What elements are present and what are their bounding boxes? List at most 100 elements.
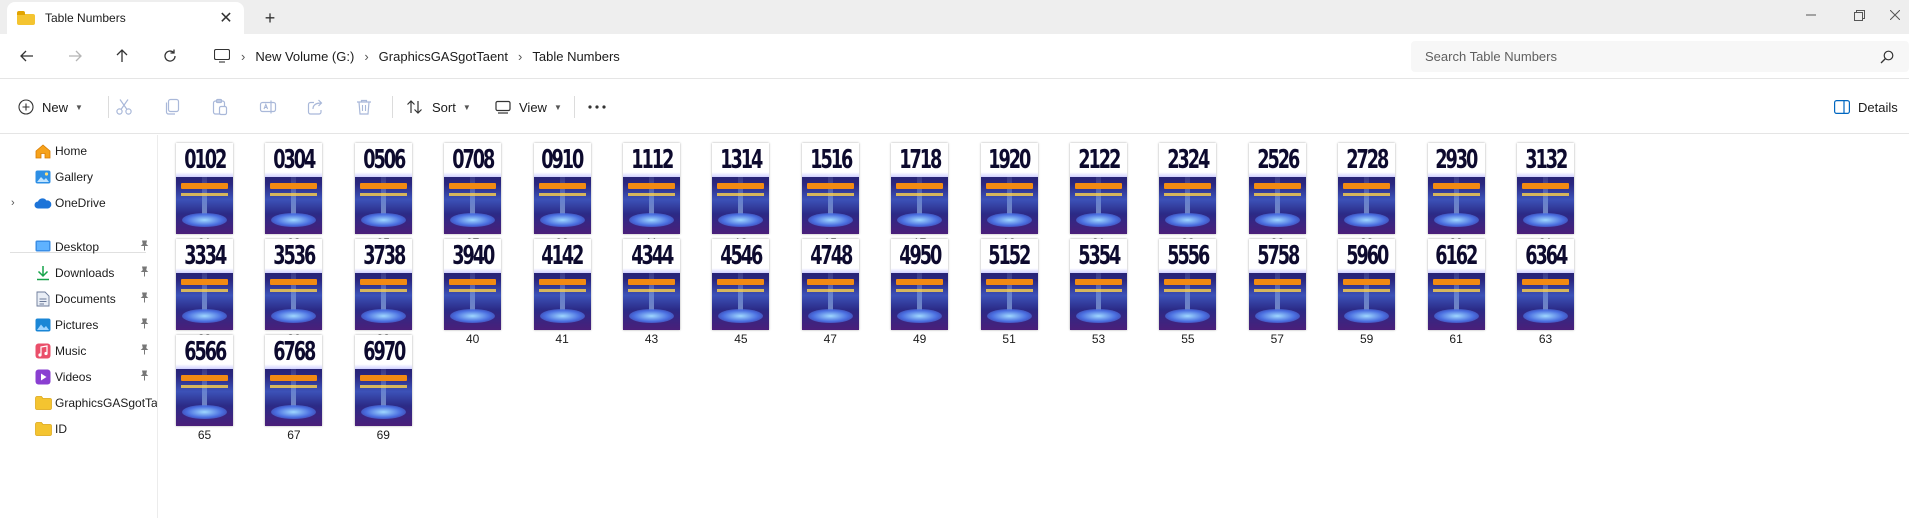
file-item[interactable]: 6364 63 [1500, 238, 1588, 350]
maximize-button[interactable] [1836, 0, 1882, 30]
sidebar-item-label: Videos [55, 370, 92, 384]
file-thumbnail: 4344 [623, 239, 680, 330]
sidebar-item-graphicsgasgottaent[interactable]: GraphicsGASgotTaent [0, 389, 157, 417]
file-thumbnail: 0506 [354, 143, 412, 234]
new-tab-button[interactable]: + [258, 6, 282, 30]
thumbnail-number: 5758 [1248, 239, 1306, 273]
sort-button[interactable]: Sort ▼ [406, 93, 471, 121]
folder-icon [17, 10, 35, 25]
close-tab-icon[interactable]: ✕ [214, 6, 238, 30]
search-icon[interactable] [1877, 50, 1897, 64]
thumbnail-number: 6768 [265, 335, 323, 369]
thumbnail-number: 3536 [265, 239, 323, 273]
thumbnail-number: 6566 [176, 335, 233, 369]
breadcrumb-separator: › [364, 48, 369, 64]
file-item[interactable]: 4950 49 [874, 238, 962, 350]
thumbnail-number: 5152 [980, 239, 1038, 273]
file-item[interactable]: 4748 47 [785, 238, 873, 350]
breadcrumb-graphicsgasgottaent[interactable]: GraphicsGASgotTaent [379, 49, 508, 64]
pin-icon[interactable] [140, 318, 149, 332]
close-window-button[interactable] [1880, 0, 1909, 30]
file-thumbnail: 1314 [712, 143, 770, 234]
pin-icon[interactable] [140, 266, 149, 280]
paste-icon[interactable] [208, 95, 232, 119]
file-item[interactable]: 6566 65 [159, 334, 247, 446]
thumbnail-number: 3132 [1517, 143, 1574, 177]
breadcrumb-table-numbers[interactable]: Table Numbers [532, 49, 619, 64]
details-button[interactable]: Details [1834, 93, 1898, 121]
file-name: 69 [376, 428, 390, 442]
file-thumbnail: 2122 [1070, 143, 1127, 234]
sidebar-item-music[interactable]: Music [0, 337, 157, 365]
refresh-button[interactable] [156, 42, 184, 70]
sidebar-item-pictures[interactable]: Pictures [0, 311, 157, 339]
delete-icon[interactable] [352, 95, 376, 119]
pin-icon[interactable] [140, 344, 149, 358]
sidebar-item-gallery[interactable]: Gallery [0, 163, 157, 191]
thumbnail-number: 0708 [444, 143, 502, 177]
cut-icon[interactable] [112, 95, 136, 119]
sidebar-item-downloads[interactable]: Downloads [0, 259, 157, 287]
thumbnail-number: 4748 [801, 239, 859, 273]
file-name: 43 [644, 332, 659, 346]
file-item[interactable]: 4142 41 [517, 238, 605, 350]
sidebar-item-home[interactable]: Home [0, 137, 157, 165]
file-item[interactable]: 6162 61 [1411, 238, 1499, 350]
search-input[interactable]: Search Table Numbers [1411, 41, 1909, 72]
file-name: 40 [466, 332, 480, 346]
file-item[interactable]: 5556 55 [1142, 238, 1230, 350]
pin-icon[interactable] [140, 370, 149, 384]
command-bar: New ▼ Sort ▼ View ▼ Details [0, 80, 1909, 134]
breadcrumb-new-volume[interactable]: New Volume (G:) [255, 49, 354, 64]
chevron-down-icon: ▼ [462, 102, 471, 112]
pin-icon[interactable] [140, 240, 149, 254]
copy-icon[interactable] [160, 95, 184, 119]
file-thumbnail: 3940 [444, 239, 502, 330]
file-item[interactable]: 6970 69 [338, 334, 426, 446]
tab-title: Table Numbers [45, 11, 126, 25]
sidebar-item-id[interactable]: ID [0, 415, 157, 443]
file-view: 0102010304030506050708070910091112111314… [159, 135, 1909, 518]
up-button[interactable] [108, 42, 136, 70]
thumbnail-number: 2526 [1248, 143, 1306, 177]
new-button[interactable]: New ▼ [18, 93, 83, 121]
file-thumbnail: 1112 [623, 143, 680, 234]
file-item[interactable]: 6768 67 [248, 334, 336, 446]
rename-icon[interactable] [256, 95, 280, 119]
file-item[interactable]: 5354 53 [1053, 238, 1141, 350]
address-bar: › New Volume (G:) › GraphicsGASgotTaent … [0, 34, 1909, 79]
file-item[interactable]: 5960 59 [1321, 238, 1409, 350]
file-thumbnail: 5152 [980, 239, 1038, 330]
back-button[interactable] [13, 42, 41, 70]
file-item[interactable]: 4344 43 [606, 238, 694, 350]
refresh-icon [164, 49, 176, 62]
thumbnail-number: 3940 [444, 239, 502, 273]
forward-button[interactable] [61, 42, 89, 70]
thumbnail-number: 2728 [1338, 143, 1396, 177]
sidebar-item-desktop[interactable]: Desktop [0, 233, 157, 261]
details-label: Details [1858, 99, 1898, 115]
more-icon [588, 105, 606, 109]
share-icon[interactable] [304, 95, 328, 119]
file-item[interactable]: 5152 51 [964, 238, 1052, 350]
thumbnail-number: 5354 [1070, 239, 1127, 273]
sidebar-item-documents[interactable]: Documents [0, 285, 157, 313]
file-name: 65 [197, 428, 212, 442]
minimize-button[interactable] [1788, 0, 1834, 30]
file-item[interactable]: 4546 45 [695, 238, 783, 350]
thumbnail-number: 4950 [891, 239, 949, 273]
file-item[interactable]: 3940 40 [427, 238, 515, 350]
videos-icon [34, 368, 52, 386]
more-options-button[interactable] [588, 93, 606, 121]
sidebar-item-videos[interactable]: Videos [0, 363, 157, 391]
pin-icon[interactable] [140, 292, 149, 306]
file-thumbnail: 3132 [1517, 143, 1574, 234]
thumbnail-number: 1112 [623, 143, 680, 177]
address-field[interactable]: › New Volume (G:) › GraphicsGASgotTaent … [205, 40, 1402, 72]
sidebar-item-onedrive[interactable]: › OneDrive [0, 189, 157, 217]
view-button[interactable]: View ▼ [495, 93, 562, 121]
file-item[interactable]: 5758 57 [1232, 238, 1320, 350]
file-thumbnail: 2930 [1427, 143, 1485, 234]
chevron-right-icon[interactable]: › [11, 197, 15, 209]
tab-table-numbers[interactable]: Table Numbers ✕ [7, 2, 244, 34]
